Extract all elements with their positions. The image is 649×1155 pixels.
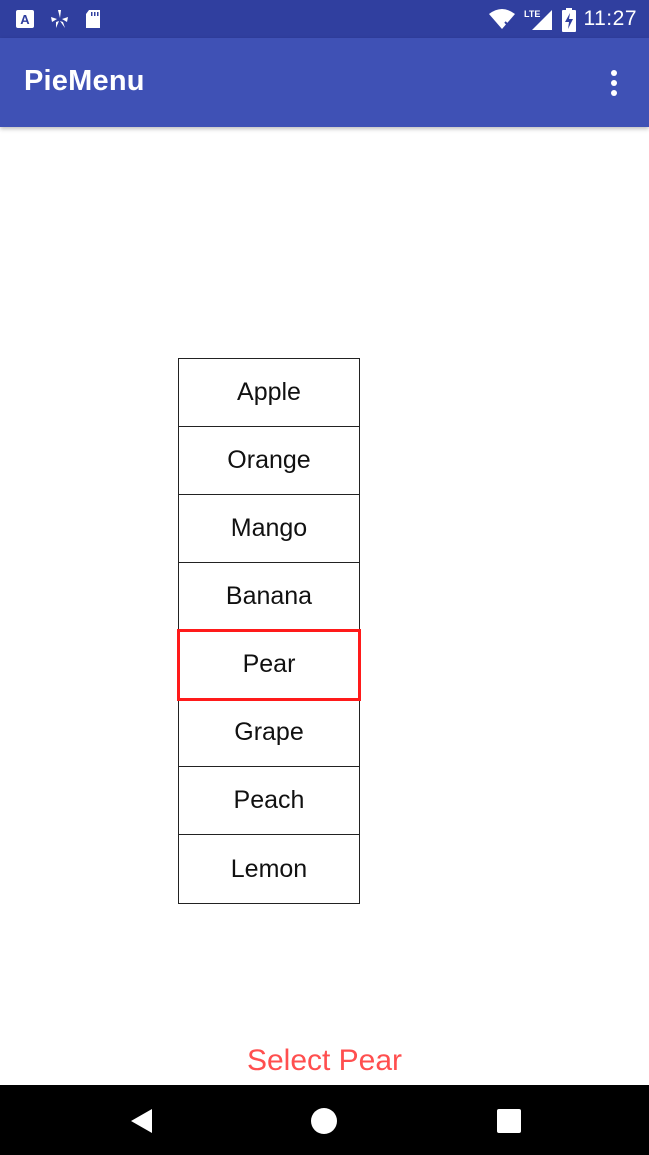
app-title: PieMenu [24,65,145,97]
fruit-item-orange[interactable]: Orange [179,427,359,495]
wifi-icon [488,8,516,30]
fruit-item-lemon[interactable]: Lemon [179,835,359,903]
selection-result-text: Select Pear [246,1044,403,1077]
home-icon[interactable] [310,1107,338,1135]
notification-icons: A [14,7,104,31]
fruit-item-grape[interactable]: Grape [179,699,359,767]
fruit-item-mango[interactable]: Mango [179,495,359,563]
yelp-icon [48,8,70,30]
navigation-bar [0,1085,649,1155]
svg-text:A: A [20,12,30,27]
recents-icon[interactable] [495,1107,523,1135]
fruit-item-pear[interactable]: Pear [177,629,361,701]
a-notification-icon: A [14,8,36,30]
more-vert-icon[interactable] [599,65,629,101]
fruit-list: Apple Orange Mango Banana Pear Grape Pea… [177,358,361,904]
lte-signal-icon: LTE [524,8,554,30]
battery-charging-icon [561,8,576,32]
sd-card-icon [82,8,104,30]
lte-label: LTE [524,9,540,19]
status-bar: A LTE 11:27 [0,0,649,38]
app-bar: PieMenu [0,38,649,127]
system-icons: LTE 11:27 [488,6,638,32]
fruit-item-banana[interactable]: Banana [179,563,359,631]
back-icon[interactable] [128,1107,156,1135]
clock: 11:27 [583,7,637,30]
fruit-item-peach[interactable]: Peach [179,767,359,835]
fruit-item-apple[interactable]: Apple [179,359,359,427]
